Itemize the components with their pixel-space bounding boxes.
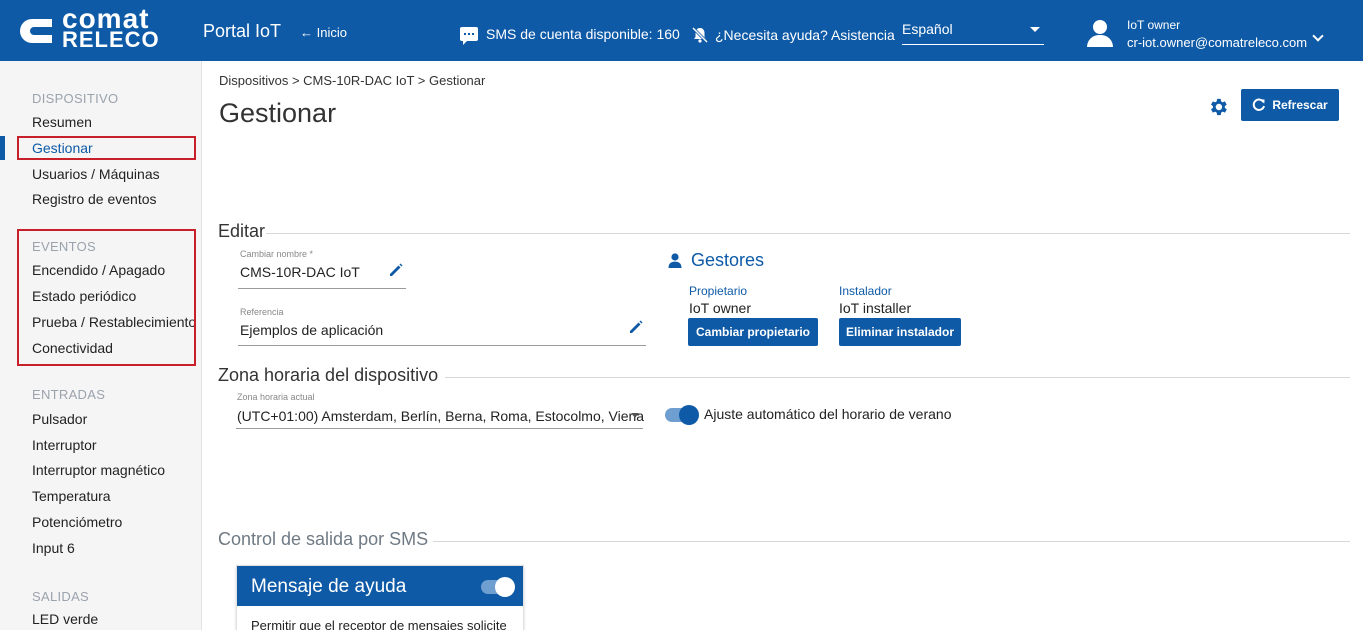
help-message-card-text: Permitir que el receptor de mensajes sol… bbox=[251, 618, 507, 630]
timezone-select[interactable]: (UTC+01:00) Amsterdam, Berlín, Berna, Ro… bbox=[237, 408, 644, 424]
sms-control-heading: Control de salida por SMS bbox=[218, 529, 429, 549]
highlight-box-eventos bbox=[17, 229, 196, 366]
language-select[interactable]: Español bbox=[902, 21, 1044, 45]
user-icon[interactable] bbox=[1085, 20, 1115, 47]
sidebar-item-input-6[interactable]: Input 6 bbox=[32, 540, 75, 556]
reference-field-label: Referencia bbox=[240, 307, 284, 317]
user-email[interactable]: cr-iot.owner@comatreleco.com bbox=[1127, 35, 1307, 50]
sidebar-item-pulsador[interactable]: Pulsador bbox=[32, 411, 87, 427]
timezone-select-underline bbox=[236, 428, 643, 429]
chat-icon bbox=[460, 27, 478, 45]
edit-reference-pencil-icon[interactable] bbox=[628, 319, 644, 335]
managers-heading-text: Gestores bbox=[691, 250, 765, 270]
refresh-button[interactable]: Refrescar bbox=[1241, 89, 1339, 121]
owner-value: IoT owner bbox=[689, 300, 751, 316]
sidebar-item-interruptor-magnetico[interactable]: Interruptor magnético bbox=[32, 462, 165, 478]
help-link[interactable]: ¿Necesita ayuda? Asistencia bbox=[691, 26, 895, 44]
managers-heading: Gestores bbox=[668, 250, 764, 271]
home-link[interactable]: ← Inicio bbox=[300, 25, 347, 40]
sidebar-section-salidas: SALIDAS bbox=[32, 589, 90, 604]
help-message-card: Mensaje de ayuda Permitir que el recepto… bbox=[236, 565, 524, 630]
sidebar-item-usuarios-maquinas[interactable]: Usuarios / Máquinas bbox=[32, 166, 160, 182]
highlight-box-gestionar bbox=[17, 136, 196, 160]
timezone-caret-icon[interactable] bbox=[631, 413, 639, 418]
help-message-card-header: Mensaje de ayuda bbox=[237, 566, 523, 606]
dst-toggle[interactable] bbox=[665, 405, 699, 425]
page-title: Gestionar bbox=[219, 98, 337, 128]
refresh-icon bbox=[1253, 98, 1266, 111]
sidebar-section-dispositivo: DISPOSITIVO bbox=[32, 91, 119, 106]
reference-field[interactable]: Ejemplos de aplicación bbox=[240, 322, 383, 338]
active-indicator bbox=[0, 136, 5, 160]
language-value: Español bbox=[902, 21, 953, 37]
user-name[interactable]: IoT owner bbox=[1127, 18, 1180, 32]
installer-label: Instalador bbox=[839, 284, 892, 298]
gear-icon[interactable] bbox=[1207, 96, 1229, 118]
name-field[interactable]: CMS-10R-DAC IoT bbox=[240, 264, 360, 280]
top-bar: comat RELECO Portal IoT ← Inicio SMS de … bbox=[0, 0, 1363, 61]
name-field-underline bbox=[238, 288, 406, 289]
refresh-label: Refrescar bbox=[1272, 98, 1328, 112]
remove-installer-button[interactable]: Eliminar instalador bbox=[839, 318, 961, 346]
sidebar-item-potenciometro[interactable]: Potenciómetro bbox=[32, 514, 122, 530]
timezone-field-label: Zona horaria actual bbox=[237, 392, 315, 402]
sidebar-item-interruptor[interactable]: Interruptor bbox=[32, 437, 97, 453]
change-owner-button[interactable]: Cambiar propietario bbox=[688, 318, 818, 346]
sms-credit-text: SMS de cuenta disponible: 160 bbox=[486, 26, 680, 42]
breadcrumb[interactable]: Dispositivos > CMS-10R-DAC IoT > Gestion… bbox=[219, 73, 485, 88]
timezone-heading: Zona horaria del dispositivo bbox=[218, 365, 439, 385]
portal-title: Portal IoT bbox=[203, 21, 282, 41]
logo-mark-icon bbox=[20, 19, 52, 43]
help-text: ¿Necesita ayuda? Asistencia bbox=[715, 27, 895, 43]
caret-down-icon bbox=[1030, 27, 1040, 32]
timezone-divider bbox=[445, 377, 1350, 378]
sidebar-item-registro-eventos[interactable]: Registro de eventos bbox=[32, 191, 157, 207]
help-message-card-title: Mensaje de ayuda bbox=[251, 576, 407, 597]
person-icon bbox=[668, 253, 682, 268]
edit-divider bbox=[266, 233, 1350, 234]
sidebar-item-temperatura[interactable]: Temperatura bbox=[32, 488, 111, 504]
sms-control-divider bbox=[433, 541, 1350, 542]
owner-label: Propietario bbox=[689, 284, 748, 298]
sidebar-item-resumen[interactable]: Resumen bbox=[32, 114, 92, 130]
help-message-toggle[interactable] bbox=[481, 577, 515, 597]
reference-field-underline bbox=[238, 345, 646, 346]
edit-name-pencil-icon[interactable] bbox=[388, 262, 404, 278]
logo-text-releco: RELECO bbox=[62, 27, 160, 52]
name-field-label: Cambiar nombre * bbox=[240, 249, 314, 259]
comat-releco-logo[interactable]: comat RELECO bbox=[18, 5, 184, 52]
chevron-down-icon[interactable] bbox=[1312, 30, 1324, 42]
edit-heading: Editar bbox=[218, 221, 266, 241]
bell-off-icon bbox=[691, 26, 709, 44]
dst-toggle-label: Ajuste automático del horario de verano bbox=[704, 406, 952, 422]
sms-credit-indicator: SMS de cuenta disponible: 160 bbox=[460, 26, 680, 45]
sidebar-item-led-verde[interactable]: LED verde bbox=[32, 611, 98, 627]
installer-value: IoT installer bbox=[839, 300, 912, 316]
sidebar-section-entradas: ENTRADAS bbox=[32, 387, 106, 402]
